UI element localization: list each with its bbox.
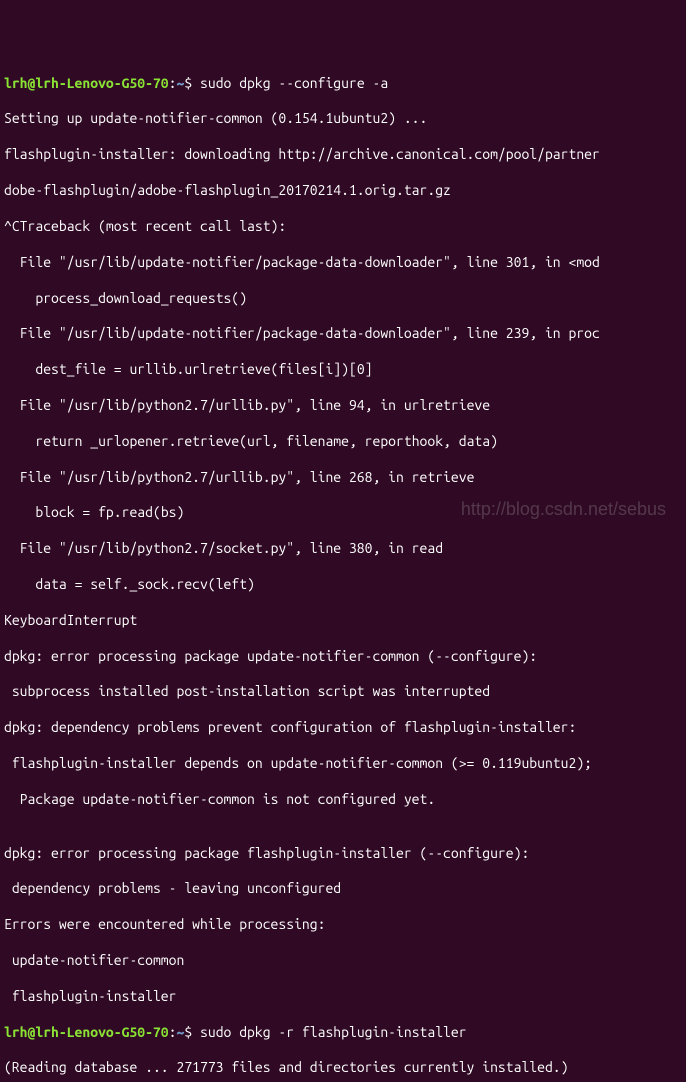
prompt-user: lrh@lrh-Lenovo-G50-70 [4,75,169,91]
output-line: File "/usr/lib/python2.7/urllib.py", lin… [4,469,682,487]
prompt-dollar: $ [184,1024,192,1040]
prompt-line-1: lrh@lrh-Lenovo-G50-70:~$ sudo dpkg --con… [4,75,682,93]
output-line: Setting up update-notifier-common (0.154… [4,110,682,128]
output-line: dobe-flashplugin/adobe-flashplugin_20170… [4,182,682,200]
output-line: dpkg: error processing package update-no… [4,648,682,666]
output-line: block = fp.read(bs) [4,504,682,522]
output-line: File "/usr/lib/python2.7/socket.py", lin… [4,540,682,558]
output-line: Errors were encountered while processing… [4,916,682,934]
output-line: subprocess installed post-installation s… [4,683,682,701]
output-line: flashplugin-installer: downloading http:… [4,146,682,164]
terminal-output[interactable]: lrh@lrh-Lenovo-G50-70:~$ sudo dpkg --con… [4,75,682,1082]
output-line: dependency problems - leaving unconfigur… [4,880,682,898]
output-line: File "/usr/lib/update-notifier/package-d… [4,254,682,272]
prompt-path: ~ [176,1024,184,1040]
output-line: dpkg: error processing package flashplug… [4,845,682,863]
output-line: (Reading database ... 271773 files and d… [4,1059,682,1077]
prompt-dollar: $ [184,75,192,91]
output-line: data = self._sock.recv(left) [4,576,682,594]
prompt-colon: : [169,1024,177,1040]
command-1: sudo dpkg --configure -a [200,75,388,91]
output-line: process_download_requests() [4,290,682,308]
output-line: dpkg: dependency problems prevent config… [4,719,682,737]
prompt-line-2: lrh@lrh-Lenovo-G50-70:~$ sudo dpkg -r fl… [4,1024,682,1042]
prompt-user: lrh@lrh-Lenovo-G50-70 [4,1024,169,1040]
command-2: sudo dpkg -r flashplugin-installer [200,1024,467,1040]
output-line: update-notifier-common [4,952,682,970]
output-line: flashplugin-installer depends on update-… [4,755,682,773]
output-line: flashplugin-installer [4,988,682,1006]
output-line: KeyboardInterrupt [4,612,682,630]
output-line: ^CTraceback (most recent call last): [4,218,682,236]
output-line: File "/usr/lib/update-notifier/package-d… [4,325,682,343]
output-line: return _urlopener.retrieve(url, filename… [4,433,682,451]
output-line: Package update-notifier-common is not co… [4,791,682,809]
output-line: dest_file = urllib.urlretrieve(files[i])… [4,361,682,379]
output-line: File "/usr/lib/python2.7/urllib.py", lin… [4,397,682,415]
